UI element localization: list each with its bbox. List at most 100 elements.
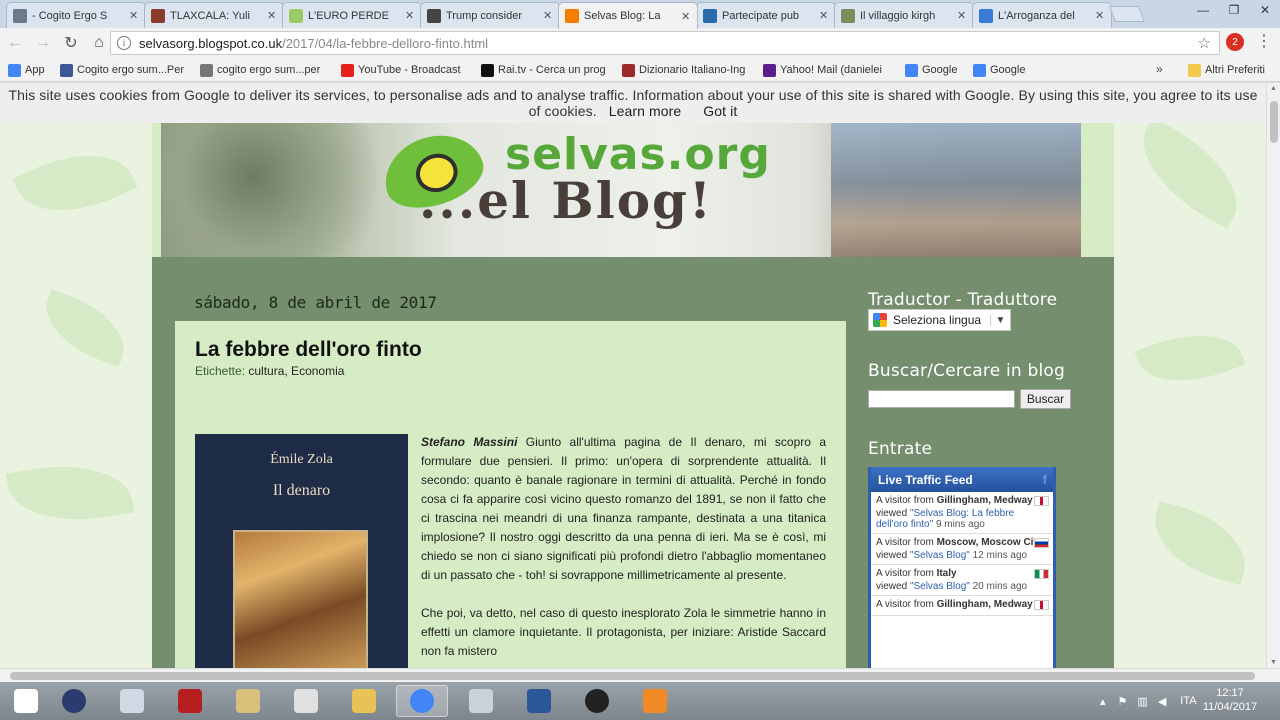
image-icon <box>841 8 855 23</box>
network-icon[interactable]: ▥ <box>1137 695 1147 708</box>
taskbar-button[interactable] <box>164 685 216 717</box>
back-button[interactable]: ← <box>2 30 28 56</box>
book-cover-image[interactable]: Émile Zola Il denaro <box>195 434 408 668</box>
tab-close-icon[interactable]: ✕ <box>405 9 415 22</box>
home-button[interactable]: ⌂ <box>86 30 112 56</box>
post-date: sábado, 8 de abril de 2017 <box>194 293 437 312</box>
browser-tab[interactable]: L'Arroganza del ✕ <box>972 2 1112 28</box>
blog-banner[interactable]: selvas.org ...el Blog! <box>161 123 1081 257</box>
feed-location: Gillingham, Medway <box>936 495 1033 506</box>
bookmarks-more-icon[interactable]: » <box>1156 62 1163 76</box>
learn-more-link[interactable]: Learn more <box>609 103 682 119</box>
browser-tab[interactable]: Selvas Blog: La ✕ <box>558 2 698 29</box>
c-icon <box>979 8 993 23</box>
feed-time-ago: 9 mins ago <box>935 519 985 530</box>
got-it-button[interactable]: Got it <box>703 103 737 119</box>
bookmark-label: Google <box>990 64 1026 76</box>
browser-tab[interactable]: L'EURO PERDE ✕ <box>282 2 422 28</box>
taskbar-button[interactable] <box>280 685 332 717</box>
ph-icon <box>703 8 717 23</box>
bookmark-item[interactable]: Cogito ergo sum...Per <box>60 62 190 78</box>
language-select[interactable]: Seleziona lingua ▼ <box>868 309 1011 331</box>
tab-close-icon[interactable]: ✕ <box>129 9 139 22</box>
page-viewport: This site uses cookies from Google to de… <box>0 83 1266 668</box>
taskbar-button[interactable] <box>338 685 390 717</box>
label-links[interactable]: cultura, Economia <box>248 364 344 378</box>
restore-icon[interactable]: ❐ <box>1219 0 1249 20</box>
reload-button[interactable]: ↻ <box>58 30 84 56</box>
bookmarks-bar: » Altri Preferiti App Cogito ergo sum...P… <box>0 58 1280 82</box>
forward-button[interactable]: → <box>30 30 56 56</box>
book-author: Émile Zola <box>270 452 333 467</box>
clock[interactable]: 12:17 11/04/2017 <box>1200 686 1260 714</box>
new-tab-button[interactable] <box>1109 6 1145 22</box>
scroll-thumb[interactable] <box>1270 101 1278 143</box>
taskbar-button[interactable] <box>571 685 623 717</box>
taskbar-button[interactable] <box>222 685 274 717</box>
translator-title: Traductor - Traduttore <box>868 290 1058 310</box>
bookmark-item[interactable]: Rai.tv - Cerca un prog <box>481 62 611 78</box>
blog-search-input[interactable] <box>868 390 1015 408</box>
browser-tab[interactable]: Il villaggio kirgh ✕ <box>834 2 974 28</box>
tab-close-icon[interactable]: ✕ <box>543 9 553 22</box>
feed-item[interactable]: A visitor from Gillingham, Medway <box>871 596 1053 616</box>
browser-tab[interactable]: Trump consider ✕ <box>420 2 560 28</box>
tab-close-icon[interactable]: ✕ <box>1095 9 1105 22</box>
post-title[interactable]: La febbre dell'oro finto <box>195 338 422 362</box>
taskbar-button[interactable] <box>455 685 507 717</box>
extension-icon[interactable]: 2 <box>1226 33 1244 51</box>
tab-close-icon[interactable]: ✕ <box>681 10 691 23</box>
volume-icon[interactable]: ◀ <box>1158 695 1166 708</box>
tab-close-icon[interactable]: ✕ <box>957 9 967 22</box>
bookmark-item[interactable]: Google <box>973 62 1033 78</box>
bookmark-item[interactable]: cogito ergo sum...per <box>200 62 330 78</box>
input-language[interactable]: ITA <box>1180 695 1196 707</box>
vertical-scrollbar[interactable]: ▲ ▼ <box>1266 83 1280 668</box>
browser-menu-icon[interactable]: ⋮ <box>1256 32 1272 52</box>
browser-tab[interactable]: - Cogito Ergo S ✕ <box>6 2 146 28</box>
browser-tab[interactable]: TLAXCALA: Yuli ✕ <box>144 2 284 28</box>
close-window-icon[interactable]: ✕ <box>1250 0 1280 20</box>
feed-item[interactable]: A visitor from Italy viewed "Selvas Blog"… <box>871 565 1053 596</box>
tab-close-icon[interactable]: ✕ <box>267 9 277 22</box>
minimize-icon[interactable]: — <box>1188 0 1218 20</box>
info-icon[interactable]: i <box>117 36 131 50</box>
bookmark-label: cogito ergo sum...per <box>217 64 321 76</box>
bookmark-item[interactable]: App <box>8 62 53 78</box>
bookmark-item[interactable]: YouTube - Broadcast <box>341 62 471 78</box>
taskbar-button[interactable] <box>513 685 565 717</box>
feed-view-line: viewed "Selvas Blog: La febbre dell'oro … <box>876 508 1048 530</box>
tab-label: Trump consider <box>446 9 523 22</box>
tab-label: Partecipate pub <box>722 9 800 22</box>
browser-tab[interactable]: Partecipate pub ✕ <box>696 2 836 28</box>
explorer-folder-icon <box>352 689 376 713</box>
bookmark-item[interactable]: Dizionario Italiano-Ing <box>622 62 752 78</box>
feed-item[interactable]: A visitor from Gillingham, Medway viewed … <box>871 492 1053 534</box>
taskbar-button[interactable] <box>48 685 100 717</box>
browser-toolbar: ← → ↻ ⌂ i selvasorg.blogspot.co.uk/2017/… <box>0 28 1280 58</box>
bookmark-item[interactable]: Yahoo! Mail (danielei <box>763 62 893 78</box>
search-button[interactable]: Buscar <box>1020 389 1071 409</box>
address-bar[interactable]: i selvasorg.blogspot.co.uk/2017/04/la-fe… <box>110 31 1220 55</box>
post-body: Stefano Massini Giunto all'ultima pagina… <box>421 433 826 668</box>
taskbar-button[interactable] <box>396 685 448 717</box>
leaf-decoration <box>1134 317 1246 399</box>
folder-icon <box>1188 63 1201 77</box>
word-icon <box>527 689 551 713</box>
taskbar-button[interactable] <box>629 685 681 717</box>
tray-arrow-icon[interactable]: ▴ <box>1100 695 1106 708</box>
feed-item[interactable]: A visitor from Moscow, Moscow City viewed… <box>871 534 1053 565</box>
flag-icon[interactable]: ⚑ <box>1118 695 1128 708</box>
horizontal-scrollbar[interactable] <box>0 668 1280 682</box>
scroll-down-icon[interactable]: ▼ <box>1270 659 1277 666</box>
bookmark-item[interactable]: Google <box>905 62 965 78</box>
scroll-thumb[interactable] <box>10 672 1255 680</box>
gear-icon <box>13 8 27 23</box>
scroll-up-icon[interactable]: ▲ <box>1270 85 1277 92</box>
bookmark-star-icon[interactable]: ☆ <box>1198 34 1211 52</box>
taskbar-button[interactable] <box>106 685 158 717</box>
taskbar-button[interactable] <box>0 685 52 717</box>
extension-badge: 2 <box>1232 36 1238 48</box>
tab-close-icon[interactable]: ✕ <box>819 9 829 22</box>
bookmark-other-folder[interactable]: Altri Preferiti <box>1188 62 1265 78</box>
